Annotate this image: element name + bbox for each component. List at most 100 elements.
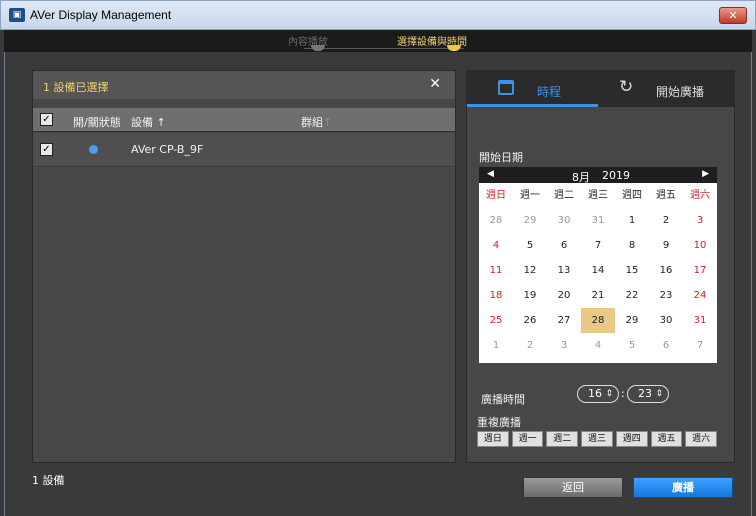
calendar-day[interactable]: 27 <box>547 308 581 333</box>
repeat-day-button[interactable]: 週二 <box>546 431 579 447</box>
minute-value: 23 <box>638 387 652 400</box>
calendar-day[interactable]: 30 <box>547 208 581 233</box>
spinner-arrows-icon[interactable]: ⇕ <box>655 386 663 402</box>
calendar-day[interactable]: 5 <box>513 233 547 258</box>
prev-month-button[interactable]: ◀ <box>487 169 494 179</box>
device-count: 1 設備 <box>32 474 65 487</box>
calendar-day[interactable]: 17 <box>683 258 717 283</box>
weekday-header: 週二 <box>554 190 574 201</box>
calendar-day[interactable]: 9 <box>649 233 683 258</box>
calendar-day[interactable]: 25 <box>479 308 513 333</box>
calendar-day[interactable]: 6 <box>547 233 581 258</box>
calendar-day[interactable]: 29 <box>615 308 649 333</box>
calendar-day[interactable]: 28 <box>479 208 513 233</box>
calendar-day[interactable]: 7 <box>581 233 615 258</box>
back-button[interactable]: 返回 <box>523 477 623 498</box>
sort-asc-icon: ↑ <box>156 116 166 129</box>
calendar-day[interactable]: 4 <box>581 333 615 358</box>
repeat-broadcast-label: 重複廣播 <box>477 416 521 429</box>
repeat-day-button[interactable]: 週五 <box>650 431 683 447</box>
tab-start-broadcast-label: 開始廣播 <box>656 85 705 99</box>
calendar-day[interactable]: 7 <box>683 333 717 358</box>
table-header: ✓ 開/關狀態 設備 ↑ 群組↑ <box>33 108 455 132</box>
table-row[interactable]: ✓ AVer CP-B_9F <box>33 133 455 167</box>
calendar-day[interactable]: 13 <box>547 258 581 283</box>
calendar-day[interactable]: 1 <box>479 333 513 358</box>
time-separator: : <box>621 387 625 400</box>
tab-schedule[interactable]: 時程 <box>467 71 598 107</box>
calendar-year: 2019 <box>602 169 630 182</box>
app-icon: ▣ <box>9 8 25 22</box>
hour-spinner[interactable]: 16 ⇕ <box>577 385 619 403</box>
calendar-day[interactable]: 12 <box>513 258 547 283</box>
calendar-day[interactable]: 1 <box>615 208 649 233</box>
schedule-panel: 時程 ↻ 開始廣播 開始日期 ◀ 8月 2019 ▶ 週日 週一 週二 週三 週四 週五週… <box>466 70 735 463</box>
tab-bar: 時程 ↻ 開始廣播 <box>467 71 734 107</box>
calendar-day[interactable]: 16 <box>649 258 683 283</box>
minute-spinner[interactable]: 23 ⇕ <box>627 385 669 403</box>
step-connector <box>304 48 464 49</box>
calendar-grid: 週日 週一 週二 週三 週四 週五 週六 28 29 30 31 1 2 3 4 5 6 7 8 9 10 11 12 13 1… <box>479 183 717 358</box>
calendar-icon <box>498 80 514 95</box>
calendar-day[interactable]: 19 <box>513 283 547 308</box>
repeat-days: 週日 週一 週二 週三 週四 週五 週六 <box>477 431 718 447</box>
calendar-day[interactable]: 5 <box>615 333 649 358</box>
tab-schedule-label: 時程 <box>537 85 562 99</box>
clear-selection-button[interactable]: ✕ <box>429 76 441 92</box>
broadcast-button[interactable]: 廣播 <box>633 477 733 498</box>
title-bar: ▣ AVer Display Management ✕ <box>0 0 756 30</box>
repeat-day-button[interactable]: 週四 <box>615 431 648 447</box>
calendar-header: ◀ 8月 2019 ▶ <box>479 167 717 184</box>
calendar-day[interactable]: 2 <box>649 208 683 233</box>
calendar-day[interactable]: 3 <box>547 333 581 358</box>
calendar-day-selected[interactable]: 28 <box>581 308 615 333</box>
weekday-header: 週五 <box>656 190 676 201</box>
calendar-day[interactable]: 21 <box>581 283 615 308</box>
column-status[interactable]: 開/關狀態 <box>73 114 121 130</box>
calendar-day[interactable]: 8 <box>615 233 649 258</box>
wizard-steps: 內容播放 選擇設備與時間 <box>4 30 752 52</box>
calendar-day[interactable]: 30 <box>649 308 683 333</box>
repeat-day-button[interactable]: 週一 <box>511 431 544 447</box>
repeat-day-button[interactable]: 週三 <box>581 431 613 447</box>
column-device[interactable]: 設備 ↑ <box>131 114 166 130</box>
calendar-day[interactable]: 20 <box>547 283 581 308</box>
broadcast-time-label: 廣播時間 <box>481 393 525 406</box>
window-title: AVer Display Management <box>30 8 172 22</box>
repeat-day-button[interactable]: 週日 <box>477 431 509 447</box>
calendar-day[interactable]: 11 <box>479 258 513 283</box>
calendar-day[interactable]: 31 <box>581 208 615 233</box>
calendar-day[interactable]: 31 <box>683 308 717 333</box>
selection-header: 1 設備已選擇 ✕ <box>33 71 455 99</box>
calendar-day[interactable]: 10 <box>683 233 717 258</box>
calendar-day[interactable]: 2 <box>513 333 547 358</box>
device-name: AVer CP-B_9F <box>131 143 204 156</box>
calendar-day[interactable]: 23 <box>649 283 683 308</box>
row-checkbox[interactable]: ✓ <box>40 143 53 156</box>
refresh-icon: ↻ <box>619 77 634 97</box>
active-tab-indicator <box>467 104 598 107</box>
calendar-day[interactable]: 26 <box>513 308 547 333</box>
step-indicator-active <box>447 45 461 51</box>
weekday-header: 週一 <box>520 190 540 201</box>
calendar-day[interactable]: 4 <box>479 233 513 258</box>
weekday-header: 週六 <box>690 190 710 201</box>
calendar-day[interactable]: 15 <box>615 258 649 283</box>
close-button[interactable]: ✕ <box>719 7 747 24</box>
column-device-label: 設備 <box>131 116 153 129</box>
calendar-day[interactable]: 29 <box>513 208 547 233</box>
repeat-day-button[interactable]: 週六 <box>685 431 718 447</box>
select-all-checkbox[interactable]: ✓ <box>40 113 53 126</box>
calendar-day[interactable]: 6 <box>649 333 683 358</box>
calendar-day[interactable]: 24 <box>683 283 717 308</box>
column-group[interactable]: 群組↑ <box>301 114 332 130</box>
calendar-day[interactable]: 22 <box>615 283 649 308</box>
device-panel: 1 設備已選擇 ✕ ✓ 開/關狀態 設備 ↑ 群組↑ ✓ AVer CP-B_9… <box>32 70 456 463</box>
calendar-day[interactable]: 3 <box>683 208 717 233</box>
spinner-arrows-icon[interactable]: ⇕ <box>605 386 613 402</box>
sort-inactive-icon: ↑ <box>323 116 333 129</box>
calendar-day[interactable]: 14 <box>581 258 615 283</box>
next-month-button[interactable]: ▶ <box>702 169 709 179</box>
calendar-day[interactable]: 18 <box>479 283 513 308</box>
tab-start-broadcast[interactable]: ↻ 開始廣播 <box>598 71 734 107</box>
